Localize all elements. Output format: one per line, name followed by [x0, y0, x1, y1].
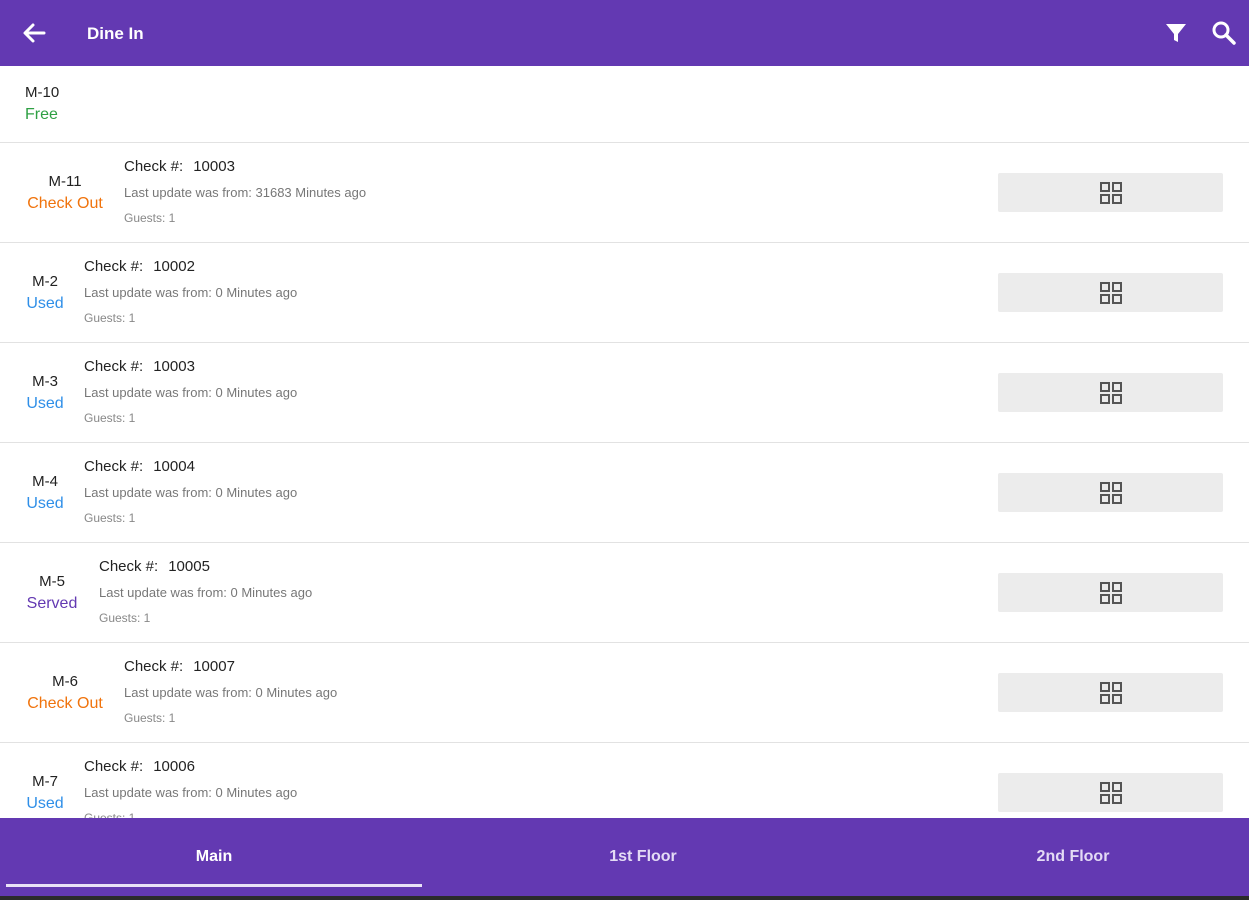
check-number: Check #: 10004	[84, 457, 297, 477]
check-value: 10006	[153, 758, 195, 775]
last-update: Last update was from: 31683 Minutes ago	[124, 185, 367, 200]
last-update: Last update was from: 0 Minutes ago	[124, 685, 338, 700]
table-row[interactable]: M-2 Used Check #: 10002 Last update was f…	[0, 243, 1249, 343]
tab-1st-floor[interactable]: 1st Floor	[428, 818, 858, 896]
table-name: M-7	[32, 772, 58, 790]
table-id-block: M-5 Served	[22, 543, 82, 642]
filter-icon[interactable]	[1163, 20, 1189, 46]
status-badge: Used	[26, 494, 64, 512]
guests-count: Guests: 1	[84, 411, 136, 425]
check-value: 10003	[193, 158, 235, 175]
check-label: Check #:	[84, 458, 144, 475]
check-info: Check #: 10004 Last update was from: 0 Mi…	[84, 457, 297, 526]
check-label: Check #:	[99, 558, 159, 575]
table-row[interactable]: M-5 Served Check #: 10005 Last update was…	[0, 543, 1249, 643]
open-check-button[interactable]	[998, 773, 1223, 812]
grid-icon	[1099, 781, 1122, 804]
table-name: M-11	[48, 172, 82, 190]
guests-count: Guests: 1	[99, 611, 151, 625]
check-value: 10007	[193, 658, 235, 675]
table-name: M-4	[32, 472, 58, 490]
check-info: Check #: 10006 Last update was from: 0 Mi…	[84, 757, 297, 818]
last-update: Last update was from: 0 Minutes ago	[99, 585, 313, 600]
status-badge: Check Out	[27, 194, 103, 212]
table-id-block: M-10 Free	[25, 66, 59, 142]
table-name: M-10	[25, 84, 60, 101]
check-label: Check #:	[84, 358, 144, 375]
status-badge: Used	[26, 394, 64, 412]
grid-icon	[1099, 481, 1122, 504]
table-row[interactable]: M-3 Used Check #: 10003 Last update was f…	[0, 343, 1249, 443]
table-list[interactable]: M-10 Free M-11 Check Out Check #: 10003 L…	[0, 66, 1249, 818]
table-name: M-2	[32, 272, 58, 290]
check-info: Check #: 10003 Last update was from: 0 Mi…	[84, 357, 297, 426]
check-value: 10004	[153, 458, 195, 475]
table-id-block: M-6 Check Out	[22, 643, 108, 742]
tab-2nd-floor[interactable]: 2nd Floor	[858, 818, 1249, 896]
arrow-left-icon[interactable]	[20, 19, 48, 47]
active-tab-indicator	[6, 884, 422, 887]
open-check-button[interactable]	[998, 673, 1223, 712]
guests-count: Guests: 1	[124, 211, 176, 225]
check-value: 10003	[153, 358, 195, 375]
table-row[interactable]: M-7 Used Check #: 10006 Last update was f…	[0, 743, 1249, 818]
floor-tab-bar: Main 1st Floor 2nd Floor	[0, 818, 1249, 896]
check-number: Check #: 10002	[84, 257, 297, 277]
grid-icon	[1099, 181, 1122, 204]
check-info: Check #: 10003 Last update was from: 3168…	[124, 157, 366, 226]
guests-count: Guests: 1	[84, 811, 136, 818]
table-id-block: M-11 Check Out	[22, 143, 108, 242]
grid-icon	[1099, 681, 1122, 704]
check-label: Check #:	[84, 258, 144, 275]
check-number: Check #: 10006	[84, 757, 297, 777]
status-badge: Check Out	[27, 694, 103, 712]
check-number: Check #: 10007	[124, 657, 337, 677]
check-info: Check #: 10002 Last update was from: 0 Mi…	[84, 257, 297, 326]
open-check-button[interactable]	[998, 373, 1223, 412]
table-id-block: M-4 Used	[20, 443, 70, 542]
guests-count: Guests: 1	[84, 511, 136, 525]
open-check-button[interactable]	[998, 573, 1223, 612]
table-row[interactable]: M-6 Check Out Check #: 10007 Last update …	[0, 643, 1249, 743]
open-check-button[interactable]	[998, 273, 1223, 312]
table-name: M-5	[39, 572, 65, 590]
table-name: M-6	[52, 672, 78, 690]
status-badge: Used	[26, 794, 64, 812]
page-title: Dine In	[87, 24, 144, 43]
guests-count: Guests: 1	[124, 711, 176, 725]
last-update: Last update was from: 0 Minutes ago	[84, 385, 298, 400]
status-badge: Free	[25, 106, 58, 123]
grid-icon	[1099, 381, 1122, 404]
status-badge: Used	[26, 294, 64, 312]
check-value: 10005	[168, 558, 210, 575]
open-check-button[interactable]	[998, 473, 1223, 512]
table-id-block: M-2 Used	[20, 243, 70, 342]
check-info: Check #: 10007 Last update was from: 0 Mi…	[124, 657, 337, 726]
grid-icon	[1099, 581, 1122, 604]
check-label: Check #:	[84, 758, 144, 775]
check-number: Check #: 10003	[84, 357, 297, 377]
check-label: Check #:	[124, 658, 184, 675]
search-icon[interactable]	[1210, 19, 1238, 47]
table-id-block: M-7 Used	[20, 743, 70, 818]
check-number: Check #: 10003	[124, 157, 366, 177]
grid-icon	[1099, 281, 1122, 304]
table-row[interactable]: M-11 Check Out Check #: 10003 Last update…	[0, 143, 1249, 243]
last-update: Last update was from: 0 Minutes ago	[84, 485, 298, 500]
table-name: M-3	[32, 372, 58, 390]
check-number: Check #: 10005	[99, 557, 312, 577]
screen-bottom-edge	[0, 896, 1249, 900]
check-value: 10002	[153, 258, 195, 275]
check-info: Check #: 10005 Last update was from: 0 Mi…	[99, 557, 312, 626]
status-badge: Served	[26, 594, 78, 612]
guests-count: Guests: 1	[84, 311, 136, 325]
open-check-button[interactable]	[998, 173, 1223, 212]
table-row[interactable]: M-4 Used Check #: 10004 Last update was f…	[0, 443, 1249, 543]
last-update: Last update was from: 0 Minutes ago	[84, 785, 298, 800]
table-id-block: M-3 Used	[20, 343, 70, 442]
check-label: Check #:	[124, 158, 184, 175]
last-update: Last update was from: 0 Minutes ago	[84, 285, 298, 300]
app-bar: Dine In	[0, 0, 1249, 66]
table-row[interactable]: M-10 Free	[0, 66, 1249, 143]
